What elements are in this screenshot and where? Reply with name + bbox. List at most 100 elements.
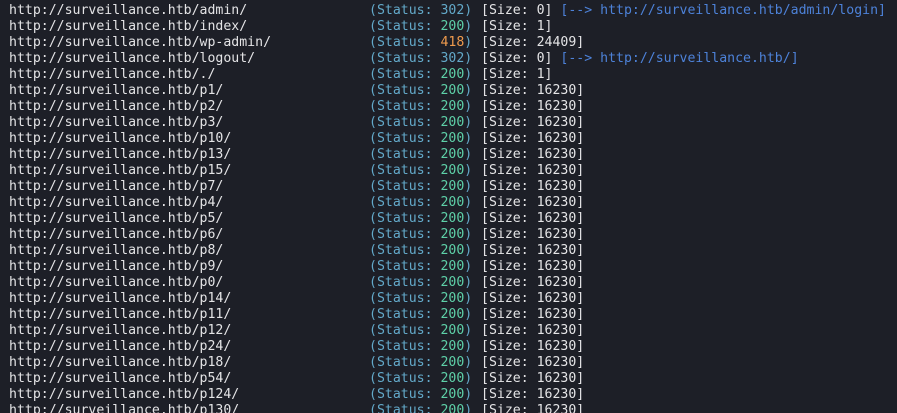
status-field: (Status: 200) xyxy=(369,307,473,322)
result-url: http://surveillance.htb/p12/ xyxy=(9,323,232,338)
result-row: http://surveillance.htb/p7/ (Status: 200… xyxy=(0,179,897,195)
redirect-target: [--> http://surveillance.htb/] xyxy=(552,51,799,66)
size-field: [Size: 16230] xyxy=(481,387,585,402)
size-value: 24409 xyxy=(536,35,577,50)
size-value: 16230 xyxy=(536,323,577,338)
result-row: http://surveillance.htb/index/ (Status: … xyxy=(0,19,897,35)
result-row: http://surveillance.htb/p1/ (Status: 200… xyxy=(0,83,897,99)
result-row: http://surveillance.htb/wp-admin/ (Statu… xyxy=(0,35,897,51)
status-code: 200 xyxy=(440,227,465,242)
status-code: 200 xyxy=(440,403,465,413)
size-field: [Size: 16230] xyxy=(481,323,585,338)
result-row: http://surveillance.htb/admin/ (Status: … xyxy=(0,3,897,19)
result-url: http://surveillance.htb/p1/ xyxy=(9,83,224,98)
size-field: [Size: 16230] xyxy=(481,131,585,146)
status-code: 302 xyxy=(440,3,465,18)
status-field: (Status: 200) xyxy=(369,147,473,162)
status-field: (Status: 200) xyxy=(369,291,473,306)
size-value: 16230 xyxy=(536,147,577,162)
size-value: 0 xyxy=(536,51,545,66)
result-url: http://surveillance.htb/p8/ xyxy=(9,243,224,258)
status-code: 200 xyxy=(440,307,465,322)
result-row: http://surveillance.htb/p10/ (Status: 20… xyxy=(0,131,897,147)
status-field: (Status: 200) xyxy=(369,83,473,98)
status-code: 302 xyxy=(440,51,465,66)
result-url: http://surveillance.htb/p124/ xyxy=(9,387,240,402)
result-url: http://surveillance.htb/p4/ xyxy=(9,195,224,210)
terminal-output: http://surveillance.htb/admin/ (Status: … xyxy=(0,0,897,413)
result-url: http://surveillance.htb/p18/ xyxy=(9,355,232,370)
result-url: http://surveillance.htb/p14/ xyxy=(9,291,232,306)
result-url: http://surveillance.htb/p7/ xyxy=(9,179,224,194)
status-code: 200 xyxy=(440,67,465,82)
status-code: 200 xyxy=(440,371,465,386)
result-url: http://surveillance.htb/p3/ xyxy=(9,115,224,130)
status-code: 200 xyxy=(440,291,465,306)
result-url: http://surveillance.htb/p0/ xyxy=(9,275,224,290)
status-code: 200 xyxy=(440,323,465,338)
status-code: 200 xyxy=(440,243,465,258)
size-value: 16230 xyxy=(536,227,577,242)
status-field: (Status: 200) xyxy=(369,227,473,242)
size-field: [Size: 24409] xyxy=(481,35,585,50)
size-field: [Size: 0] [--> http://surveillance.htb/] xyxy=(481,51,799,66)
status-code: 200 xyxy=(440,355,465,370)
result-row: http://surveillance.htb/logout/ (Status:… xyxy=(0,51,897,67)
status-field: (Status: 302) xyxy=(369,3,473,18)
size-field: [Size: 16230] xyxy=(481,291,585,306)
result-row: http://surveillance.htb/p54/ (Status: 20… xyxy=(0,371,897,387)
size-field: [Size: 16230] xyxy=(481,115,585,130)
result-url: http://surveillance.htb/./ xyxy=(9,67,216,82)
status-field: (Status: 200) xyxy=(369,355,473,370)
size-value: 1 xyxy=(536,67,545,82)
status-field: (Status: 200) xyxy=(369,67,473,82)
result-row: http://surveillance.htb/p6/ (Status: 200… xyxy=(0,227,897,243)
result-row: http://surveillance.htb/p0/ (Status: 200… xyxy=(0,275,897,291)
result-url: http://surveillance.htb/p24/ xyxy=(9,339,232,354)
size-value: 16230 xyxy=(536,131,577,146)
result-url: http://surveillance.htb/admin/ xyxy=(9,3,248,18)
status-field: (Status: 200) xyxy=(369,99,473,114)
status-code: 200 xyxy=(440,195,465,210)
status-field: (Status: 200) xyxy=(369,259,473,274)
status-field: (Status: 200) xyxy=(369,243,473,258)
status-field: (Status: 200) xyxy=(369,115,473,130)
status-field: (Status: 200) xyxy=(369,371,473,386)
result-row: http://surveillance.htb/p18/ (Status: 20… xyxy=(0,355,897,371)
size-field: [Size: 16230] xyxy=(481,339,585,354)
status-field: (Status: 200) xyxy=(369,211,473,226)
result-url: http://surveillance.htb/p5/ xyxy=(9,211,224,226)
size-field: [Size: 16230] xyxy=(481,259,585,274)
status-field: (Status: 302) xyxy=(369,51,473,66)
result-row: http://surveillance.htb/p3/ (Status: 200… xyxy=(0,115,897,131)
result-row: http://surveillance.htb/p8/ (Status: 200… xyxy=(0,243,897,259)
size-field: [Size: 16230] xyxy=(481,195,585,210)
status-field: (Status: 418) xyxy=(369,35,473,50)
status-code: 200 xyxy=(440,387,465,402)
result-row: http://surveillance.htb/p15/ (Status: 20… xyxy=(0,163,897,179)
scan-results-list: http://surveillance.htb/admin/ (Status: … xyxy=(0,3,897,413)
size-field: [Size: 16230] xyxy=(481,163,585,178)
result-url: http://surveillance.htb/p54/ xyxy=(9,371,232,386)
size-value: 16230 xyxy=(536,179,577,194)
size-field: [Size: 0] [--> http://surveillance.htb/a… xyxy=(481,3,886,18)
size-value: 16230 xyxy=(536,115,577,130)
result-row: http://surveillance.htb/p2/ (Status: 200… xyxy=(0,99,897,115)
status-code: 200 xyxy=(440,147,465,162)
size-value: 16230 xyxy=(536,275,577,290)
size-value: 16230 xyxy=(536,163,577,178)
result-url: http://surveillance.htb/p2/ xyxy=(9,99,224,114)
status-field: (Status: 200) xyxy=(369,19,473,34)
result-row: http://surveillance.htb/p11/ (Status: 20… xyxy=(0,307,897,323)
status-code: 200 xyxy=(440,19,465,34)
result-row: http://surveillance.htb/./ (Status: 200)… xyxy=(0,67,897,83)
result-url: http://surveillance.htb/p10/ xyxy=(9,131,232,146)
size-field: [Size: 16230] xyxy=(481,227,585,242)
result-row: http://surveillance.htb/p12/ (Status: 20… xyxy=(0,323,897,339)
status-field: (Status: 200) xyxy=(369,179,473,194)
result-row: http://surveillance.htb/p13/ (Status: 20… xyxy=(0,147,897,163)
status-field: (Status: 200) xyxy=(369,131,473,146)
status-field: (Status: 200) xyxy=(369,403,472,413)
size-value: 16230 xyxy=(536,355,577,370)
result-url: http://surveillance.htb/p9/ xyxy=(9,259,224,274)
